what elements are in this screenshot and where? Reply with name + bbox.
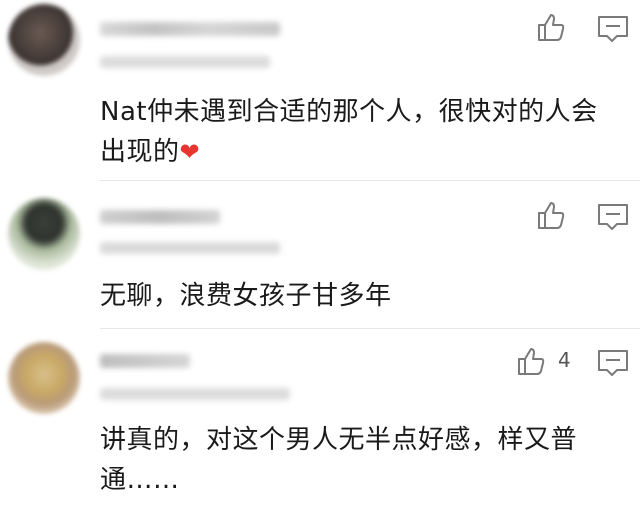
thumbs-up-icon[interactable] (514, 344, 548, 378)
avatar[interactable] (8, 198, 80, 270)
thumbs-up-icon[interactable] (534, 10, 568, 44)
comment-item: Nat仲未遇到合适的那个人，很快对的人会出现的❤ (0, 0, 640, 180)
username-blurred[interactable] (100, 22, 280, 36)
username-blurred[interactable] (100, 210, 220, 224)
comment-item: 无聊，浪费女孩子甘多年 (0, 180, 640, 328)
comment-text: 无聊，浪费女孩子甘多年 (100, 281, 392, 311)
like-count: 4 (558, 348, 571, 372)
comment-text: Nat仲未遇到合适的那个人，很快对的人会出现的❤ (100, 97, 598, 167)
thumbs-up-icon[interactable] (534, 198, 568, 232)
timestamp-blurred (100, 242, 280, 254)
comment-item: 4 讲真的，对这个男人无半点好感，样又普通…… (0, 328, 640, 519)
username-blurred[interactable] (100, 354, 190, 368)
comment-icon[interactable] (596, 14, 630, 44)
comment-icon[interactable] (596, 202, 630, 232)
heart-emoji: ❤ (179, 138, 201, 166)
avatar[interactable] (8, 4, 80, 76)
avatar[interactable] (8, 342, 80, 414)
timestamp-blurred (100, 388, 290, 400)
comment-text: 讲真的，对这个男人无半点好感，样又普通…… (100, 425, 578, 495)
comment-icon[interactable] (596, 348, 630, 378)
timestamp-blurred (100, 56, 270, 68)
